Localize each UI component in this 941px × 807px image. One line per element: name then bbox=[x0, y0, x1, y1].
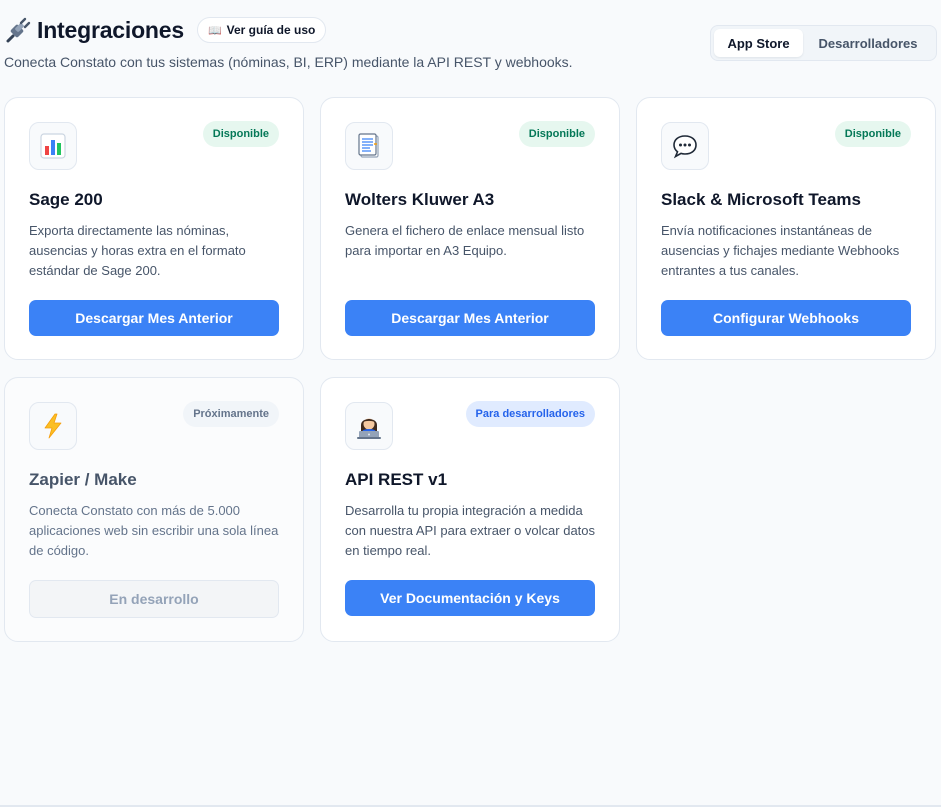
in-development-button: En desarrollo bbox=[29, 580, 279, 618]
card-description: Desarrolla tu propia integración a medid… bbox=[345, 503, 596, 558]
developer-laptop-icon bbox=[345, 402, 393, 450]
electric-plug-icon bbox=[4, 16, 32, 44]
bar-chart-icon bbox=[29, 122, 77, 170]
card-description: Genera el fichero de enlace mensual list… bbox=[345, 223, 585, 258]
integration-card-zapier-make: Próximamente Zapier / Make Conecta Const… bbox=[4, 377, 304, 642]
card-description: Conecta Constato con más de 5.000 aplica… bbox=[29, 503, 279, 558]
card-title: Sage 200 bbox=[29, 190, 103, 209]
title-row: Integraciones 📖 Ver guía de uso bbox=[4, 15, 327, 45]
card-title: API REST v1 bbox=[345, 470, 448, 489]
page-title: Integraciones bbox=[37, 16, 184, 43]
open-book-icon: 📖 bbox=[207, 24, 222, 37]
configure-webhooks-button[interactable]: Configurar Webhooks bbox=[661, 300, 911, 336]
tab-app-store[interactable]: App Store bbox=[714, 29, 803, 57]
status-badge: Próximamente bbox=[183, 401, 279, 427]
integration-card-slack-teams: Disponible Slack & Microsoft Teams Envía… bbox=[636, 97, 936, 360]
view-switcher: App Store Desarrolladores bbox=[710, 25, 937, 61]
user-guide-button[interactable]: 📖 Ver guía de uso bbox=[196, 17, 327, 43]
status-badge: Disponible bbox=[202, 121, 279, 147]
download-previous-month-button[interactable]: Descargar Mes Anterior bbox=[345, 300, 595, 336]
page-subtitle: Conecta Constato con tus sistemas (nómin… bbox=[4, 54, 573, 70]
tab-developers[interactable]: Desarrolladores bbox=[803, 29, 933, 57]
status-badge: Disponible bbox=[518, 121, 595, 147]
document-icon bbox=[345, 122, 393, 170]
status-badge: Disponible bbox=[834, 121, 911, 147]
page-header: Integraciones 📖 Ver guía de uso Conecta … bbox=[4, 15, 937, 75]
integration-card-api-rest: Para desarrolladores API REST v1 Desarro… bbox=[320, 377, 620, 642]
integration-card-sage-200: Disponible Sage 200 Exporta directamente… bbox=[4, 97, 304, 360]
card-description: Exporta directamente las nóminas, ausenc… bbox=[29, 223, 246, 278]
card-title: Wolters Kluwer A3 bbox=[345, 190, 495, 209]
speech-bubble-icon bbox=[661, 122, 709, 170]
download-previous-month-button[interactable]: Descargar Mes Anterior bbox=[29, 300, 279, 336]
view-docs-keys-button[interactable]: Ver Documentación y Keys bbox=[345, 580, 595, 616]
integrations-page: Integraciones 📖 Ver guía de uso Conecta … bbox=[0, 0, 941, 807]
card-title: Slack & Microsoft Teams bbox=[661, 190, 861, 209]
user-guide-label: Ver guía de uso bbox=[226, 23, 316, 37]
lightning-icon bbox=[29, 402, 77, 450]
integration-card-wolters-kluwer-a3: Disponible Wolters Kluwer A3 Genera el f… bbox=[320, 97, 620, 360]
card-description: Envía notificaciones instantáneas de aus… bbox=[661, 223, 900, 278]
status-badge: Para desarrolladores bbox=[465, 401, 595, 427]
card-title: Zapier / Make bbox=[29, 470, 137, 489]
